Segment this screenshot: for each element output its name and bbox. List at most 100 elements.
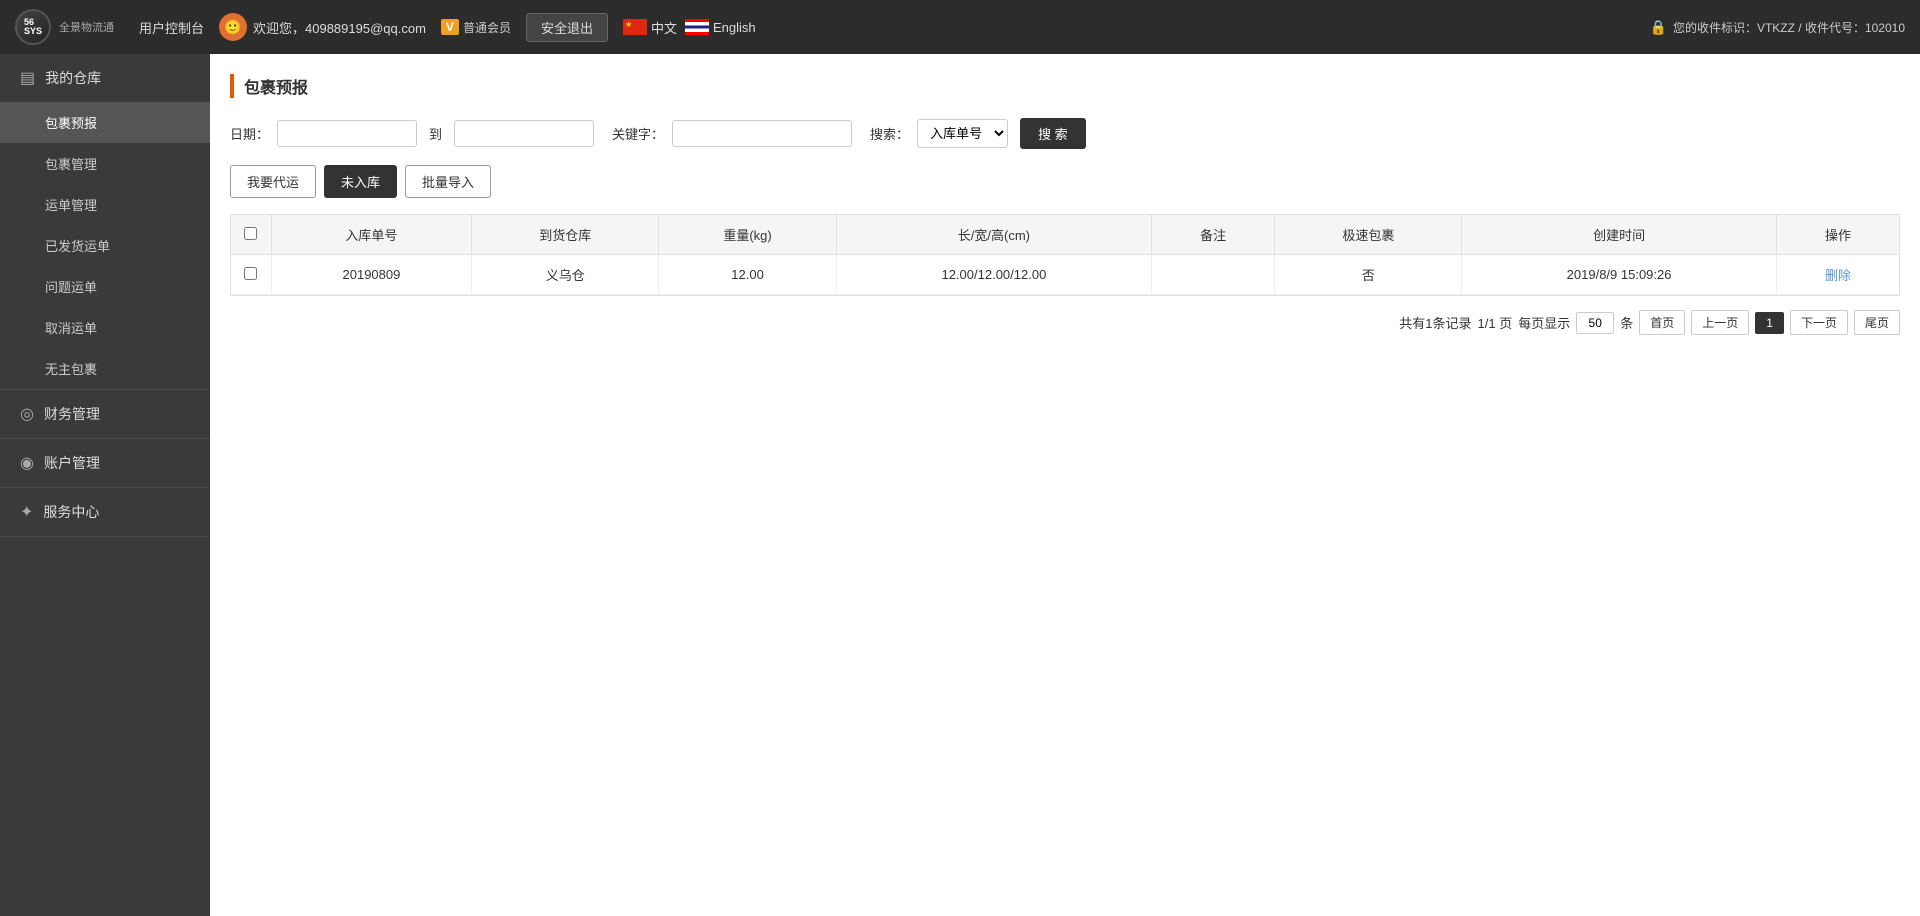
sidebar-item-shipped-waybill[interactable]: 已发货运单 [0,225,210,266]
page-info: 1/1 页 [1478,313,1513,332]
row-order-no: 20190809 [271,255,472,295]
proxy-shipping-button[interactable]: 我要代运 [230,165,316,198]
sidebar-group-account-label: 账户管理 [44,453,100,473]
date-from-input[interactable] [277,120,417,147]
sidebar-item-parcel-management[interactable]: 包裹管理 [0,143,210,184]
row-action: 删除 [1776,255,1899,295]
parcel-table: 入库单号 到货仓库 重量(kg) 长/宽/高(cm) 备注 极速包裹 创建时间 … [231,215,1899,295]
sidebar-item-parcel-forecast-label: 包裹预报 [45,116,97,131]
th-express: 极速包裹 [1275,215,1462,255]
row-created-time: 2019/8/9 15:09:26 [1462,255,1777,295]
sidebar-group-service-label: 服务中心 [43,502,99,522]
flag-th-icon [685,19,709,35]
batch-import-button[interactable]: 批量导入 [405,165,491,198]
lang-cn-label: 中文 [651,18,677,37]
keyword-input[interactable] [672,120,852,147]
sidebar-item-cancel-waybill-label: 取消运单 [45,321,97,336]
member-v: V [441,19,459,35]
first-page-button[interactable]: 首页 [1639,310,1685,335]
sidebar-item-waybill-management[interactable]: 运单管理 [0,184,210,225]
date-to-label: 到 [429,124,442,143]
th-remark: 备注 [1151,215,1275,255]
sidebar-group-warehouse: ▤ 我的仓库 包裹预报 包裹管理 运单管理 已发货运单 问题运单 取消运单 [0,54,210,390]
search-type-label: 搜索： [870,124,909,143]
current-page-button[interactable]: 1 [1755,312,1784,334]
sidebar-item-cancel-waybill[interactable]: 取消运单 [0,307,210,348]
delete-link-0[interactable]: 删除 [1825,268,1851,283]
avatar-area: 🙂 欢迎您，409889195@qq.com [219,13,426,41]
warehouse-icon: ▤ [20,68,35,88]
lang-en-label: English [713,20,756,35]
lang-cn-button[interactable]: 中文 [623,18,677,37]
row-warehouse: 义乌仓 [472,255,659,295]
page-size-input[interactable] [1576,312,1614,334]
header: 56SYS 全景物流通 用户控制台 🙂 欢迎您，409889195@qq.com… [0,0,1920,54]
action-bar: 我要代运 未入库 批量导入 [230,165,1900,198]
flag-cn-icon [623,19,647,35]
th-warehouse: 到货仓库 [472,215,659,255]
not-in-warehouse-button[interactable]: 未入库 [324,165,397,198]
total-count: 共有1条记录 [1399,313,1471,332]
lang-en-button[interactable]: English [685,19,756,35]
row-weight: 12.00 [659,255,837,295]
logout-button[interactable]: 安全退出 [526,13,608,42]
page-title: 包裹预报 [230,74,1900,98]
control-label: 用户控制台 [139,18,204,37]
sidebar-item-parcel-management-label: 包裹管理 [45,157,97,172]
th-created-time: 创建时间 [1462,215,1777,255]
sidebar-item-unclaimed-parcel[interactable]: 无主包裹 [0,348,210,389]
date-label: 日期： [230,124,269,143]
logo-area: 56SYS 全景物流通 [15,9,114,45]
th-checkbox [231,215,271,255]
sidebar: ▤ 我的仓库 包裹预报 包裹管理 运单管理 已发货运单 问题运单 取消运单 [0,54,210,916]
row-checkbox-0[interactable] [244,267,257,280]
layout: ▤ 我的仓库 包裹预报 包裹管理 运单管理 已发货运单 问题运单 取消运单 [0,54,1920,916]
member-label: 普通会员 [463,19,511,36]
sidebar-group-finance-label: 财务管理 [44,404,100,424]
sidebar-group-finance-header[interactable]: ◎ 财务管理 [0,390,210,438]
finance-icon: ◎ [20,404,34,424]
sidebar-group-warehouse-header[interactable]: ▤ 我的仓库 [0,54,210,102]
keyword-label: 关键字： [612,124,664,143]
sidebar-item-parcel-forecast[interactable]: 包裹预报 [0,102,210,143]
table-body: 20190809 义乌仓 12.00 12.00/12.00/12.00 否 2… [231,255,1899,295]
row-checkbox-cell [231,255,271,295]
account-icon: ◉ [20,453,34,473]
sidebar-group-service-header[interactable]: ✦ 服务中心 [0,488,210,536]
sidebar-item-unclaimed-parcel-label: 无主包裹 [45,362,97,377]
table-row: 20190809 义乌仓 12.00 12.00/12.00/12.00 否 2… [231,255,1899,295]
sidebar-group-account-header[interactable]: ◉ 账户管理 [0,439,210,487]
sidebar-item-shipped-waybill-label: 已发货运单 [45,239,110,254]
sidebar-item-problem-waybill-label: 问题运单 [45,280,97,295]
search-button[interactable]: 搜 索 [1020,118,1086,149]
th-weight: 重量(kg) [659,215,837,255]
row-remark [1151,255,1275,295]
member-badge: V 普通会员 [441,19,511,36]
logo-icon: 56SYS [15,9,51,45]
pagination: 共有1条记录 1/1 页 每页显示 条 首页 上一页 1 下一页 尾页 [230,310,1900,335]
last-page-button[interactable]: 尾页 [1854,310,1900,335]
th-action: 操作 [1776,215,1899,255]
sidebar-group-account: ◉ 账户管理 [0,439,210,488]
table-header-row: 入库单号 到货仓库 重量(kg) 长/宽/高(cm) 备注 极速包裹 创建时间 … [231,215,1899,255]
row-express: 否 [1275,255,1462,295]
logo-sub: 全景物流通 [59,19,114,35]
table-wrap: 入库单号 到货仓库 重量(kg) 长/宽/高(cm) 备注 极速包裹 创建时间 … [230,214,1900,296]
row-dimensions: 12.00/12.00/12.00 [837,255,1152,295]
search-type-select[interactable]: 入库单号 [917,119,1008,148]
select-all-checkbox[interactable] [244,227,257,240]
date-to-input[interactable] [454,120,594,147]
main-content: 包裹预报 日期： 到 关键字： 搜索： 入库单号 搜 索 我要代运 未入库 批量… [210,54,1920,916]
lang-area: 中文 English [623,18,756,37]
page-unit: 条 [1620,313,1633,332]
receiver-text: 您的收件标识：VTKZZ / 收件代号：102010 [1673,19,1905,36]
sidebar-group-service: ✦ 服务中心 [0,488,210,537]
next-page-button[interactable]: 下一页 [1790,310,1848,335]
sidebar-group-finance: ◎ 财务管理 [0,390,210,439]
th-order-no: 入库单号 [271,215,472,255]
search-bar: 日期： 到 关键字： 搜索： 入库单号 搜 索 [230,118,1900,149]
th-dimensions: 长/宽/高(cm) [837,215,1152,255]
sidebar-item-problem-waybill[interactable]: 问题运单 [0,266,210,307]
prev-page-button[interactable]: 上一页 [1691,310,1749,335]
page-size-label: 每页显示 [1518,313,1570,332]
